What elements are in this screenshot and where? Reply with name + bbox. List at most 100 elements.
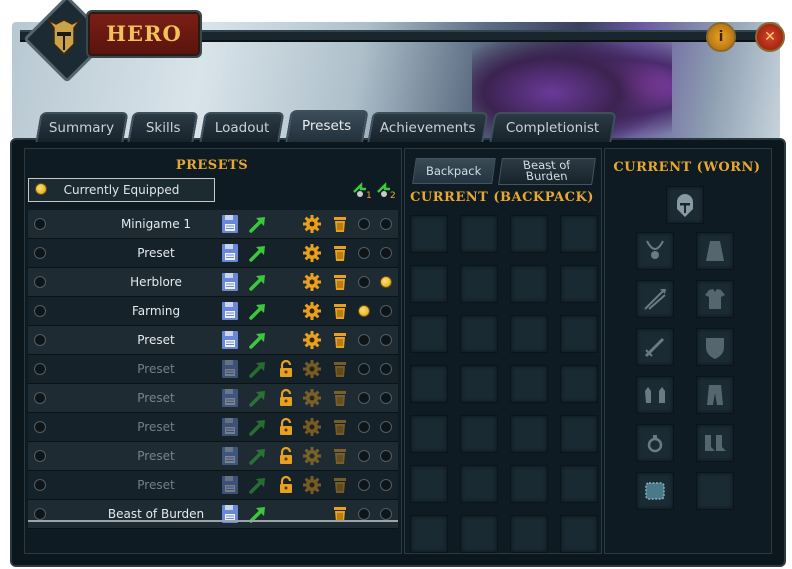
backpack-slot[interactable] — [460, 265, 498, 303]
save-preset-icon[interactable] — [220, 417, 240, 437]
worn-slot[interactable] — [696, 424, 734, 462]
load-preset-icon[interactable] — [248, 388, 268, 408]
preset-row[interactable]: Preset — [28, 442, 398, 471]
backpack-slot[interactable] — [460, 515, 498, 553]
delete-bin-icon[interactable] — [330, 214, 350, 234]
backpack-slot[interactable] — [410, 315, 448, 353]
backpack-slot[interactable] — [560, 265, 598, 303]
action-slot-1-radio[interactable] — [358, 479, 370, 491]
delete-bin-icon[interactable] — [330, 272, 350, 292]
delete-bin-icon[interactable] — [330, 475, 350, 495]
load-preset-icon[interactable] — [248, 475, 268, 495]
backpack-slot[interactable] — [410, 265, 448, 303]
load-preset-icon[interactable] — [248, 301, 268, 321]
action-slot-2-radio[interactable] — [380, 421, 392, 433]
preset-row[interactable]: Minigame 1 — [28, 210, 398, 239]
backpack-slot[interactable] — [510, 465, 548, 503]
preset-row[interactable]: Beast of Burden — [28, 500, 398, 529]
worn-slot[interactable] — [666, 186, 704, 224]
gear-icon[interactable] — [302, 301, 322, 321]
action-slot-1-radio[interactable] — [358, 421, 370, 433]
load-preset-icon[interactable] — [248, 446, 268, 466]
delete-bin-icon[interactable] — [330, 388, 350, 408]
action-slot-1-radio[interactable] — [358, 247, 370, 259]
tab-skills[interactable]: Skills — [127, 112, 199, 142]
action-slot-1-radio[interactable] — [358, 276, 370, 288]
backpack-slot[interactable] — [510, 315, 548, 353]
backpack-slot[interactable] — [560, 415, 598, 453]
action-slot-1-radio[interactable] — [358, 508, 370, 520]
backpack-slot[interactable] — [560, 315, 598, 353]
action-slot-1-radio[interactable] — [358, 305, 370, 317]
backpack-slot[interactable] — [560, 465, 598, 503]
preset-select-radio[interactable] — [34, 421, 46, 433]
save-preset-icon[interactable] — [220, 301, 240, 321]
worn-slot[interactable] — [696, 472, 734, 510]
save-preset-icon[interactable] — [220, 359, 240, 379]
worn-slot[interactable] — [696, 280, 734, 318]
preset-select-radio[interactable] — [34, 363, 46, 375]
worn-slot[interactable] — [696, 232, 734, 270]
tab-completionist[interactable]: Completionist — [489, 112, 617, 142]
backpack-slot[interactable] — [460, 465, 498, 503]
preset-row[interactable]: Herblore — [28, 268, 398, 297]
close-button[interactable]: ✕ — [755, 22, 785, 52]
preset-select-radio[interactable] — [34, 218, 46, 230]
save-preset-icon[interactable] — [220, 388, 240, 408]
backpack-slot[interactable] — [410, 415, 448, 453]
action-slot-1-radio[interactable] — [358, 450, 370, 462]
worn-slot[interactable] — [696, 376, 734, 414]
backpack-slot[interactable] — [410, 515, 448, 553]
preset-row[interactable]: Preset — [28, 413, 398, 442]
worn-slot[interactable] — [636, 280, 674, 318]
save-preset-icon[interactable] — [220, 214, 240, 234]
action-slot-2-radio[interactable] — [380, 247, 392, 259]
preset-row[interactable]: Farming — [28, 297, 398, 326]
action-slot-2-radio[interactable] — [380, 305, 392, 317]
preset-row[interactable]: Preset — [28, 239, 398, 268]
save-preset-icon[interactable] — [220, 272, 240, 292]
preset-select-radio[interactable] — [34, 508, 46, 520]
backpack-slot[interactable] — [560, 215, 598, 253]
preset-row[interactable]: Preset — [28, 326, 398, 355]
backpack-slot[interactable] — [460, 215, 498, 253]
currently-equipped-option[interactable]: Currently Equipped — [28, 178, 215, 202]
save-preset-icon[interactable] — [220, 330, 240, 350]
save-preset-icon[interactable] — [220, 475, 240, 495]
worn-slot[interactable] — [696, 328, 734, 366]
delete-bin-icon[interactable] — [330, 359, 350, 379]
gear-icon[interactable] — [302, 214, 322, 234]
backpack-slot[interactable] — [510, 265, 548, 303]
backpack-slot[interactable] — [410, 215, 448, 253]
gear-icon[interactable] — [302, 359, 322, 379]
preset-select-radio[interactable] — [34, 392, 46, 404]
gear-icon[interactable] — [302, 417, 322, 437]
backpack-slot[interactable] — [560, 515, 598, 553]
backpack-slot[interactable] — [410, 365, 448, 403]
gear-icon[interactable] — [302, 388, 322, 408]
worn-slot[interactable] — [636, 376, 674, 414]
backpack-slot[interactable] — [460, 415, 498, 453]
worn-slot[interactable] — [636, 472, 674, 510]
load-preset-icon[interactable] — [248, 214, 268, 234]
action-slot-2-radio[interactable] — [380, 363, 392, 375]
tab-backpack[interactable]: Backpack — [412, 158, 496, 184]
currently-equipped-radio[interactable] — [35, 183, 47, 195]
action-slot-2-radio[interactable] — [380, 392, 392, 404]
save-preset-icon[interactable] — [220, 446, 240, 466]
tab-presets[interactable]: Presets — [285, 110, 369, 142]
preset-row[interactable]: Preset — [28, 384, 398, 413]
backpack-slot[interactable] — [510, 365, 548, 403]
preset-row[interactable]: Preset — [28, 471, 398, 500]
delete-bin-icon[interactable] — [330, 243, 350, 263]
gear-icon[interactable] — [302, 243, 322, 263]
gear-icon[interactable] — [302, 475, 322, 495]
backpack-slot[interactable] — [460, 315, 498, 353]
backpack-slot[interactable] — [460, 365, 498, 403]
gear-icon[interactable] — [302, 330, 322, 350]
action-slot-2-radio[interactable] — [380, 334, 392, 346]
load-preset-icon[interactable] — [248, 359, 268, 379]
load-preset-icon[interactable] — [248, 417, 268, 437]
worn-slot[interactable] — [636, 328, 674, 366]
gear-icon[interactable] — [302, 446, 322, 466]
